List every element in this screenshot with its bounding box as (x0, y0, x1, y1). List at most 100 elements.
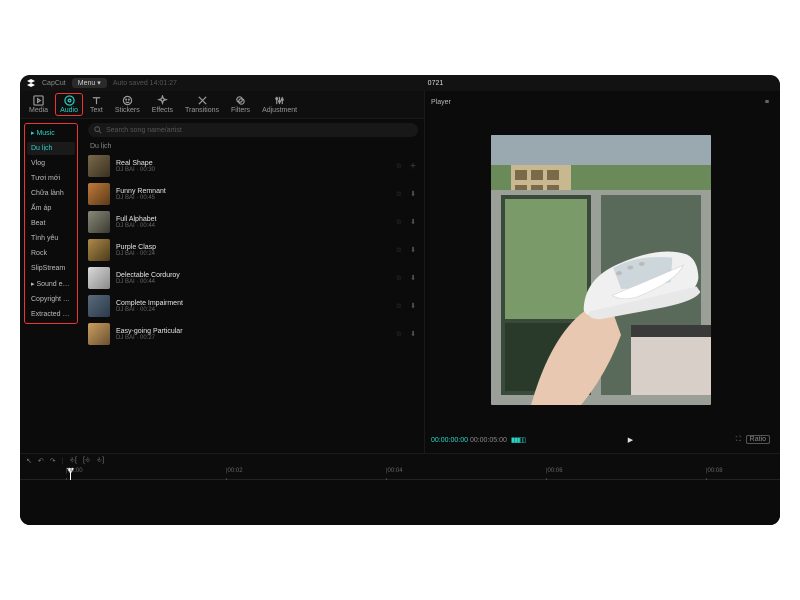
undo-icon[interactable]: ↶ (38, 457, 44, 465)
track-row[interactable]: Delectable Corduroy DJ BAI · 00:44 ☆ ⬇ (82, 264, 424, 292)
sidebar-cat-7[interactable]: Rock (27, 247, 75, 260)
cursor-tool-icon[interactable]: ↖ (26, 457, 32, 465)
search-placeholder: Search song name/artist (106, 127, 182, 134)
audio-sidebar: ▸ Music Du lịch Vlog Tươi mới Chữa lành … (20, 119, 82, 453)
preview-image (491, 135, 711, 405)
favorite-icon[interactable]: ☆ (396, 162, 402, 170)
track-meta: DJ BAI · 00:30 (116, 167, 390, 173)
fullscreen-icon[interactable]: ⛶ (736, 436, 741, 443)
tab-media[interactable]: Media (24, 93, 53, 116)
preview-viewport[interactable] (429, 109, 772, 431)
favorite-icon[interactable]: ☆ (396, 302, 402, 310)
tc-current: 00:00:00:00 (431, 437, 468, 444)
track-thumb (88, 183, 110, 205)
track-row[interactable]: Funny Remnant DJ BAI · 00:45 ☆ ⬇ (82, 180, 424, 208)
sidebar-extra-2[interactable]: Extracted a... (27, 308, 75, 321)
track-thumb (88, 211, 110, 233)
brand-name: CapCut (42, 80, 66, 87)
search-input[interactable]: Search song name/artist (88, 123, 418, 137)
split-right-icon[interactable]: ⎀] (97, 457, 105, 465)
redo-icon[interactable]: ↷ (50, 457, 56, 465)
track-name: Full Alphabet (116, 216, 390, 223)
timeline: ↖ ↶ ↷ | ⎀[ [⎀ ⎀] |00:00|00:02|00:04|00:0… (20, 453, 780, 525)
tab-audio[interactable]: Audio (55, 93, 83, 116)
track-name: Funny Remnant (116, 188, 390, 195)
timeline-body[interactable] (20, 480, 780, 525)
project-title: 0721 (183, 80, 688, 87)
topbar: CapCut Menu ▾ Auto saved 14:01:27 0721 (20, 75, 780, 91)
sidebar-cat-3[interactable]: Chữa lành (27, 187, 75, 200)
player-menu-icon[interactable]: ≡ (765, 99, 770, 106)
track-name: Easy-going Particular (116, 328, 390, 335)
split-left-icon[interactable]: [⎀ (83, 457, 91, 465)
menu-button[interactable]: Menu ▾ (72, 78, 107, 88)
track-meta: DJ BAI · 00:27 (116, 335, 390, 341)
tracks: Real Shape DJ BAI · 00:30 ☆ ＋ Funny Remn… (82, 152, 424, 453)
timeline-ruler[interactable]: |00:00|00:02|00:04|00:06|00:08 (20, 468, 780, 480)
list-title: Du lịch (82, 141, 424, 152)
track-row[interactable]: Easy-going Particular DJ BAI · 00:27 ☆ ⬇ (82, 320, 424, 348)
tab-effects[interactable]: Effects (147, 93, 178, 116)
tab-text[interactable]: Text (85, 93, 108, 116)
favorite-icon[interactable]: ☆ (396, 274, 402, 282)
ruler-tick: |00:08 (706, 468, 723, 474)
track-thumb (88, 323, 110, 345)
sidebar-cat-8[interactable]: SlipStream (27, 262, 75, 275)
track-row[interactable]: Real Shape DJ BAI · 00:30 ☆ ＋ (82, 152, 424, 180)
favorite-icon[interactable]: ☆ (396, 218, 402, 226)
tc-duration: 00:00:05:00 (470, 437, 507, 444)
add-track-icon[interactable]: ⬇ (408, 330, 418, 338)
music-list-panel: Search song name/artist Du lịch Real Sha… (82, 119, 424, 453)
sidebar-cat-4[interactable]: Ấm áp (27, 202, 75, 215)
track-thumb (88, 295, 110, 317)
sidebar-extra-0[interactable]: ▸ Sound effe... (27, 277, 75, 291)
sidebar-cat-5[interactable]: Beat (27, 217, 75, 230)
search-icon (94, 126, 102, 134)
track-meta: DJ BAI · 00:44 (116, 223, 390, 229)
track-thumb (88, 239, 110, 261)
add-track-icon[interactable]: ⬇ (408, 218, 418, 226)
add-track-icon[interactable]: ＋ (408, 161, 418, 171)
autosave-label: Auto saved 14:01:27 (113, 80, 177, 87)
sidebar-cat-0[interactable]: Du lịch (27, 142, 75, 155)
favorite-icon[interactable]: ☆ (396, 190, 402, 198)
main-row: Media Audio Text Stickers Effects (20, 91, 780, 453)
sidebar-cat-6[interactable]: Tình yêu (27, 232, 75, 245)
tab-adjustment[interactable]: Adjustment (257, 93, 302, 116)
track-name: Real Shape (116, 160, 390, 167)
track-row[interactable]: Full Alphabet DJ BAI · 00:44 ☆ ⬇ (82, 208, 424, 236)
favorite-icon[interactable]: ☆ (396, 246, 402, 254)
add-track-icon[interactable]: ⬇ (408, 190, 418, 198)
ruler-tick: |00:04 (386, 468, 403, 474)
add-track-icon[interactable]: ⬇ (408, 274, 418, 282)
track-row[interactable]: Purple Clasp DJ BAI · 00:24 ☆ ⬇ (82, 236, 424, 264)
add-track-icon[interactable]: ⬇ (408, 302, 418, 310)
sidebar-extra-1[interactable]: Copyright c... (27, 293, 75, 306)
player-controls: 00:00:00:00 00:00:05:00 ▮▮▮▯▯ ▶ ⛶ Ratio (429, 431, 772, 449)
track-name: Complete Impairment (116, 300, 390, 307)
player-label: Player (431, 99, 451, 106)
track-meta: DJ BAI · 00:44 (116, 279, 390, 285)
track-meta: DJ BAI · 00:45 (116, 195, 390, 201)
track-row[interactable]: Complete Impairment DJ BAI · 00:24 ☆ ⬇ (82, 292, 424, 320)
tab-stickers[interactable]: Stickers (110, 93, 145, 116)
audio-level-icon: ▮▮▮▯▯ (511, 437, 525, 444)
track-name: Delectable Corduroy (116, 272, 390, 279)
sidebar-music-header[interactable]: ▸ Music (27, 126, 75, 140)
split-icon[interactable]: ⎀[ (69, 457, 77, 465)
tab-filters[interactable]: Filters (226, 93, 255, 116)
play-button[interactable]: ▶ (628, 436, 633, 444)
sidebar-cat-1[interactable]: Vlog (27, 157, 75, 170)
track-thumb (88, 155, 110, 177)
ruler-tick: |00:02 (226, 468, 243, 474)
timeline-tools: ↖ ↶ ↷ | ⎀[ [⎀ ⎀] (20, 454, 780, 468)
tab-transitions[interactable]: Transitions (180, 93, 224, 116)
sidebar-highlight: ▸ Music Du lịch Vlog Tươi mới Chữa lành … (24, 123, 78, 324)
ratio-button[interactable]: Ratio (746, 435, 770, 444)
add-track-icon[interactable]: ⬇ (408, 246, 418, 254)
sidebar-cat-2[interactable]: Tươi mới (27, 172, 75, 185)
track-name: Purple Clasp (116, 244, 390, 251)
brand-logo (26, 78, 36, 88)
favorite-icon[interactable]: ☆ (396, 330, 402, 338)
ruler-tick: |00:06 (546, 468, 563, 474)
